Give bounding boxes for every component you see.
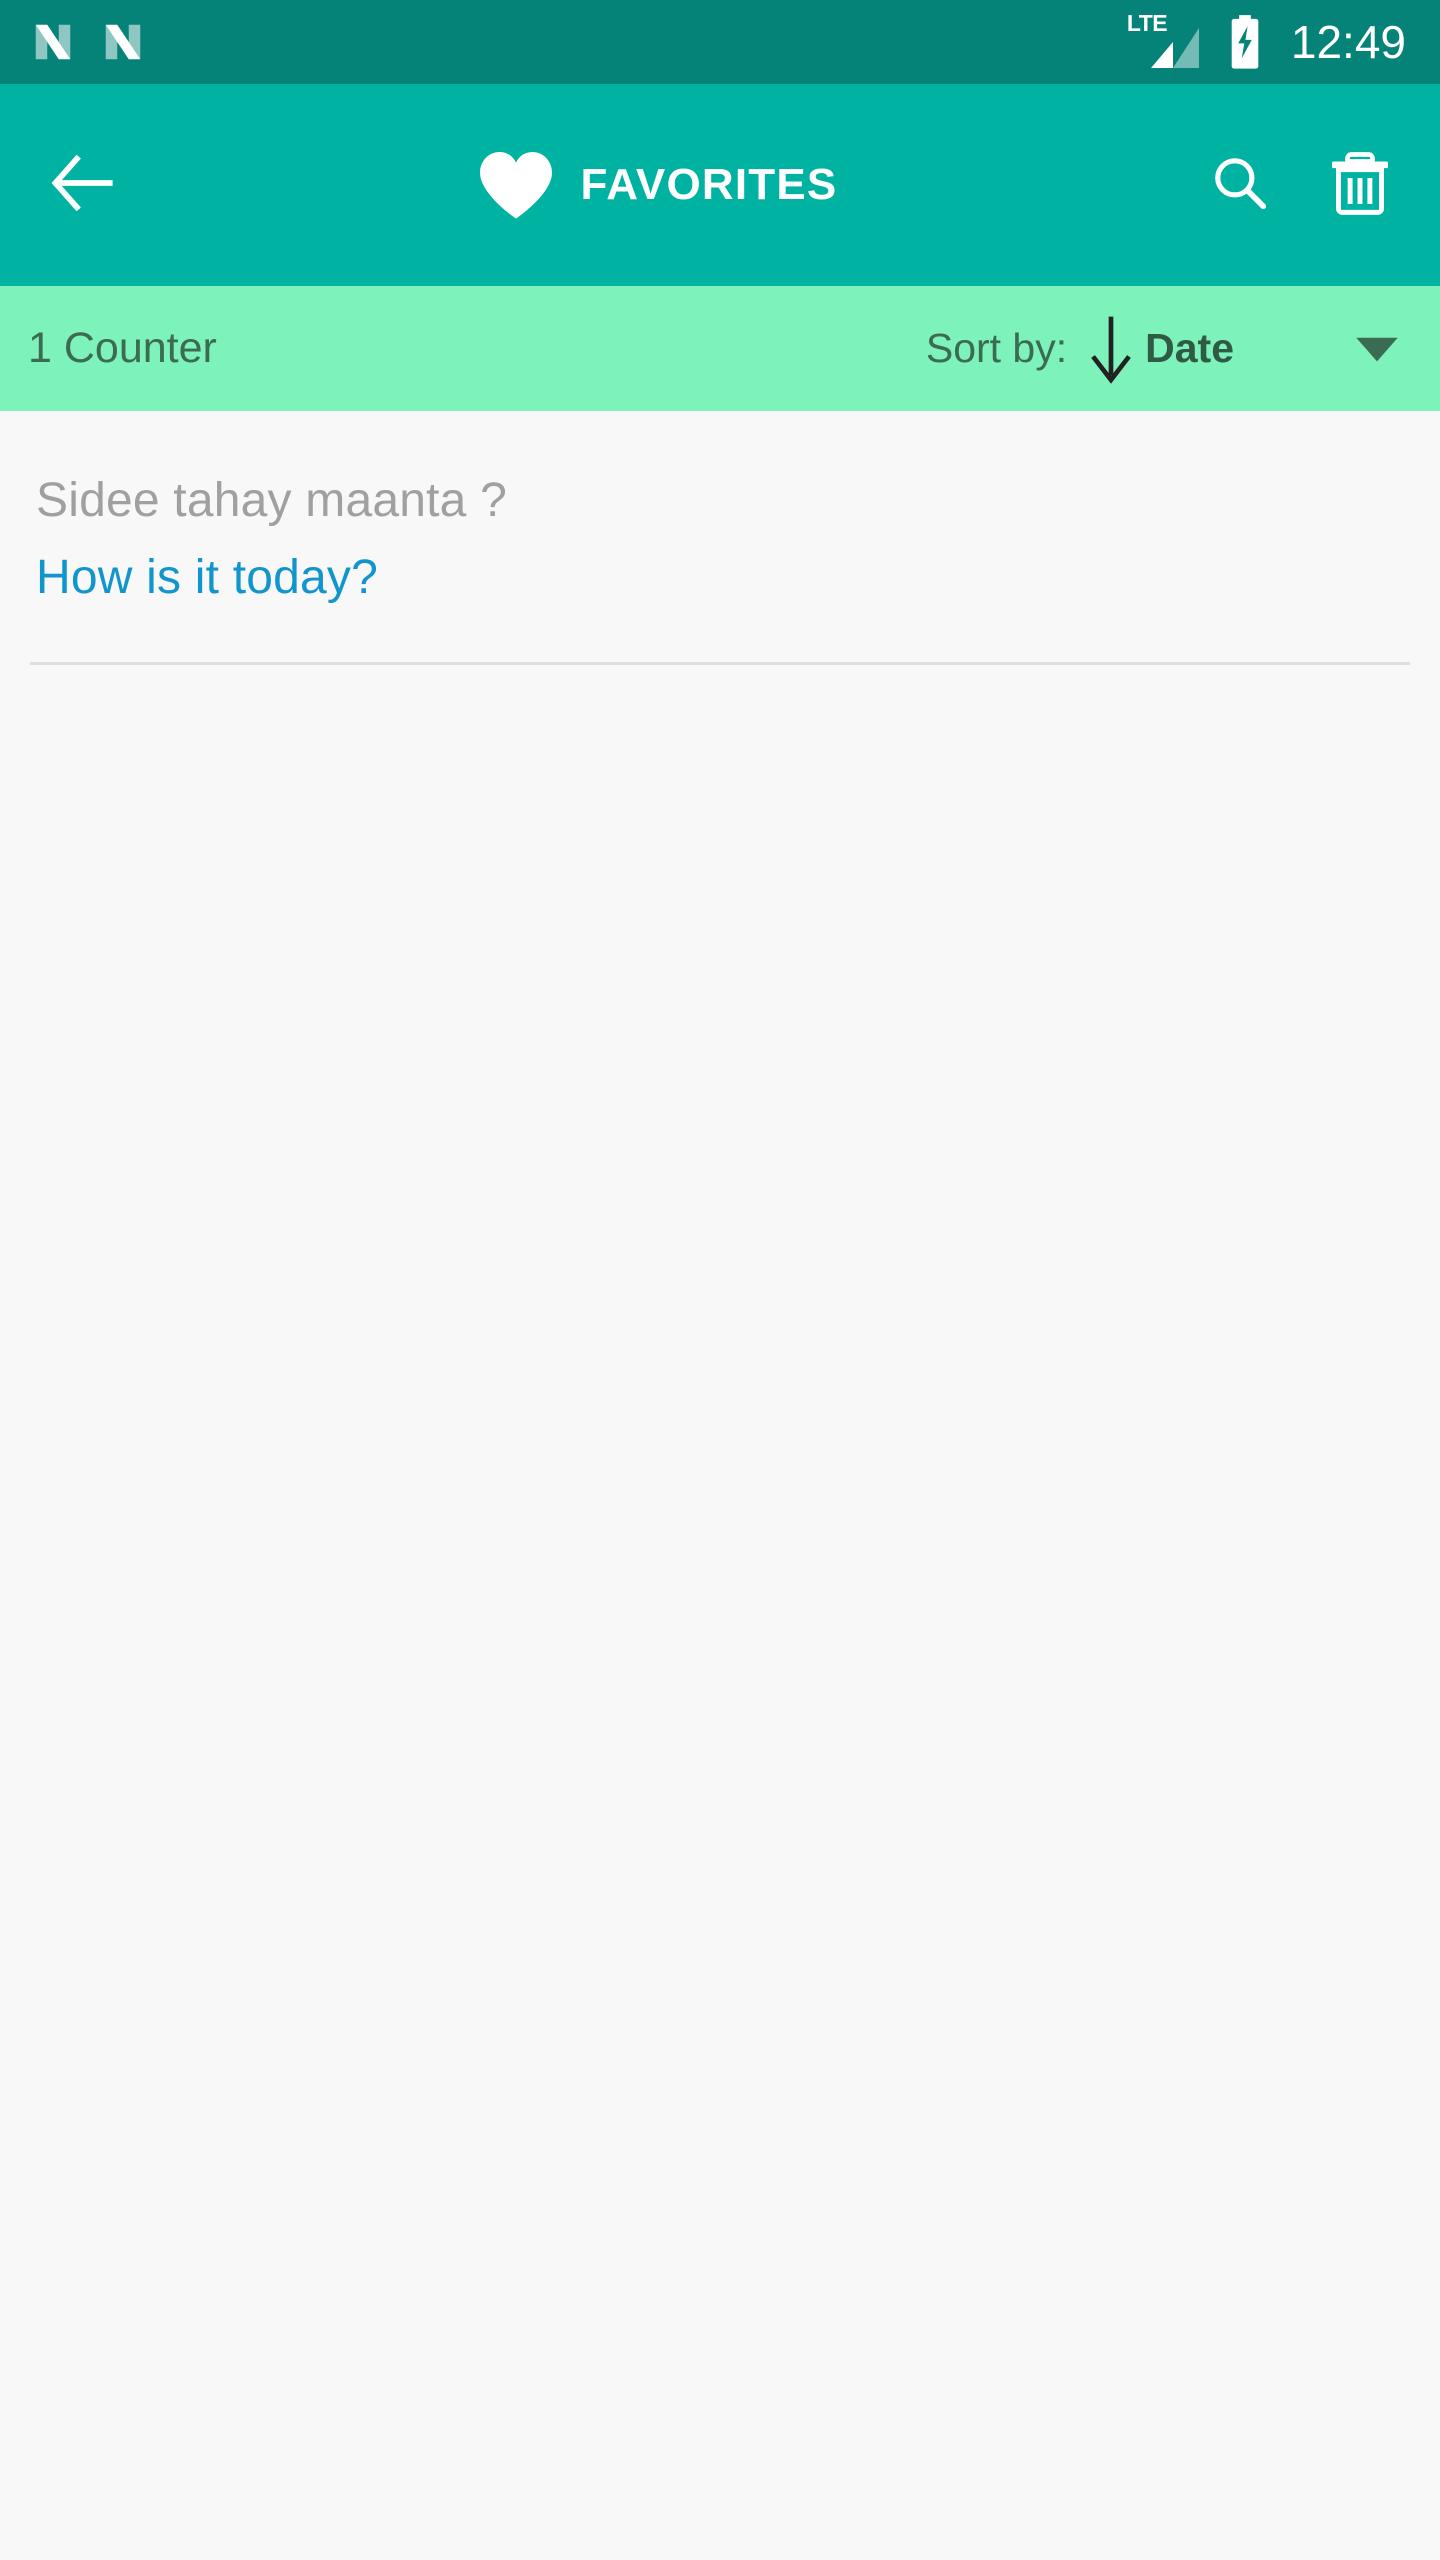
n-app-icon xyxy=(30,19,76,65)
caret-down-icon[interactable] xyxy=(1354,335,1400,363)
search-button[interactable] xyxy=(1194,139,1286,231)
app-bar-title-group: FAVORITES xyxy=(120,149,1194,221)
heart-icon xyxy=(477,149,555,221)
app-bar-actions xyxy=(1194,139,1406,231)
counter-label: 1 Counter xyxy=(28,324,217,372)
back-button[interactable] xyxy=(38,139,130,231)
delete-button[interactable] xyxy=(1314,139,1406,231)
status-bar: LTE 12:49 xyxy=(0,0,1440,84)
sort-by-label: Sort by: xyxy=(925,325,1068,371)
arrow-down-icon[interactable] xyxy=(1067,313,1145,385)
n-app-icon xyxy=(100,19,146,65)
battery-charging-icon xyxy=(1225,14,1265,70)
sort-bar: 1 Counter Sort by: Date xyxy=(0,286,1440,411)
back-arrow-icon xyxy=(51,154,117,216)
status-clock: 12:49 xyxy=(1290,16,1406,68)
list-divider xyxy=(30,662,1410,666)
list-item[interactable]: Sidee tahay maanta ? How is it today? xyxy=(0,411,1440,606)
favorites-list: Sidee tahay maanta ? How is it today? xyxy=(0,411,1440,666)
sort-control[interactable]: Sort by: Date xyxy=(926,313,1400,385)
phrase-source-text: Sidee tahay maanta ? xyxy=(36,474,507,527)
status-indicators: LTE 12:49 xyxy=(1127,12,1406,70)
status-notification-icons xyxy=(30,19,146,65)
page-title: FAVORITES xyxy=(580,160,838,209)
phrase-target-text: How is it today? xyxy=(36,550,379,604)
signal-bars-icon: LTE xyxy=(1127,12,1199,70)
sort-value-label: Date xyxy=(1145,325,1234,371)
trash-icon xyxy=(1328,148,1392,223)
app-bar: FAVORITES xyxy=(0,84,1440,286)
search-icon xyxy=(1209,152,1271,219)
